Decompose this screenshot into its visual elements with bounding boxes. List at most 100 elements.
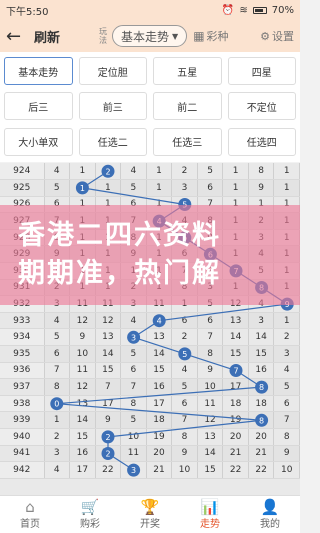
play-option[interactable]: 任选二: [78, 127, 147, 156]
table-cell: 4: [44, 312, 71, 330]
bottom-tabbar: ⌂ 首页 🛒 购彩 🏆 开奖 📊 走势 👤 我的: [0, 495, 300, 533]
table-cell: 17: [222, 378, 249, 396]
table-row: 937 8 12 7 7 16 5 10 17 8 5: [0, 378, 300, 396]
play-option[interactable]: 任选三: [153, 127, 222, 156]
table-row: 934 5 9 13 3 13 2 7 14 14 2: [0, 328, 300, 347]
table-cell: 9: [248, 179, 275, 197]
table-cell: 15: [146, 362, 173, 380]
play-select[interactable]: 基本走势 ▼: [112, 25, 188, 47]
table-cell: 22: [95, 461, 122, 479]
table-cell: 21: [248, 445, 275, 463]
table-cell: 2: [273, 328, 300, 347]
table-cell: 7: [222, 362, 249, 380]
settings-button[interactable]: ⚙ 设置: [260, 28, 294, 44]
table-cell: 11: [69, 362, 96, 380]
play-option[interactable]: 大小单双: [4, 127, 73, 156]
table-cell: 11: [120, 445, 147, 463]
tab-user[interactable]: 👤 我的: [240, 496, 300, 533]
play-option[interactable]: 定位胆: [78, 57, 147, 85]
table-cell: 15: [222, 345, 249, 363]
table-cell: 8: [248, 163, 275, 181]
table-cell: 3: [171, 179, 198, 197]
promo-banner[interactable]: 香港二四六资料 期期准，热门解: [0, 205, 300, 305]
table-cell: 6: [171, 312, 198, 330]
play-options: 基本走势 定位胆 五星 四星后三 前三 前二 不定位大小单双 任选二 任选三 任选四: [0, 52, 300, 162]
table-cell: 13: [146, 328, 173, 347]
table-cell: 1: [222, 163, 249, 181]
table-cell: 15: [248, 345, 275, 363]
table-cell: 8: [197, 345, 224, 363]
play-option[interactable]: 后三: [4, 92, 73, 121]
table-row: 939 1 14 9 5 18 7 12 19 8 7: [0, 411, 300, 429]
play-option[interactable]: 前二: [153, 92, 222, 121]
table-cell: 8: [273, 428, 300, 446]
wifi-icon: ≋: [239, 4, 248, 16]
issue-number: 936: [0, 362, 45, 380]
tab-cart[interactable]: 🛒 购彩: [60, 496, 120, 533]
table-cell: 8: [120, 395, 147, 413]
tab-label: 我的: [260, 519, 280, 530]
play-option[interactable]: 四星: [227, 57, 296, 85]
table-cell: 4: [171, 362, 198, 380]
table-cell: 9: [95, 411, 122, 429]
table-cell: 3: [120, 328, 147, 347]
table-cell: 1: [273, 163, 300, 181]
tab-trophy[interactable]: 🏆 开奖: [120, 496, 180, 533]
table-cell: 16: [69, 445, 96, 463]
play-option[interactable]: 五星: [153, 57, 222, 85]
table-cell: 20: [222, 428, 249, 446]
table-cell: 7: [197, 328, 224, 347]
play-option[interactable]: 不定位: [227, 92, 296, 121]
table-cell: 14: [146, 345, 173, 363]
table-cell: 5: [171, 345, 198, 363]
promo-line-1: 香港二四六资料: [18, 220, 221, 251]
play-option[interactable]: 前三: [78, 92, 147, 121]
table-cell: 14: [197, 445, 224, 463]
table-cell: 4: [120, 312, 147, 330]
table-cell: 6: [197, 312, 224, 330]
table-cell: 2: [95, 428, 122, 446]
table-cell: 7: [273, 411, 300, 429]
table-cell: 12: [197, 411, 224, 429]
table-cell: 9: [171, 445, 198, 463]
table-cell: 12: [95, 312, 122, 330]
tab-chart[interactable]: 📊 走势: [180, 496, 240, 533]
status-time: 下午5:50: [6, 6, 49, 18]
table-cell: 17: [69, 461, 96, 479]
table-cell: 5: [44, 328, 71, 347]
table-cell: 11: [197, 395, 224, 413]
table-cell: 13: [222, 312, 249, 330]
refresh-button[interactable]: 刷新: [34, 27, 60, 46]
table-cell: 5: [273, 378, 300, 396]
play-option[interactable]: 基本走势: [4, 57, 73, 85]
table-cell: 10: [120, 428, 147, 446]
table-cell: 5: [120, 411, 147, 429]
table-row: 933 4 12 12 4 1 6 6 13 3 1: [0, 312, 300, 330]
issue-number: 938: [0, 395, 45, 413]
table-cell: 21: [222, 445, 249, 463]
tab-home[interactable]: ⌂ 首页: [0, 496, 60, 533]
table-row: 924 4 1 2 4 1 2 5 1 8 1: [0, 163, 300, 181]
table-cell: 2: [171, 163, 198, 181]
table-cell: 13: [95, 328, 122, 347]
color-type-button[interactable]: ▦ 彩种: [193, 28, 228, 44]
table-cell: 5: [171, 378, 198, 396]
table-cell: 8: [171, 428, 198, 446]
table-cell: 7: [44, 362, 71, 380]
table-cell: 2: [171, 328, 198, 347]
tab-label: 首页: [20, 519, 40, 530]
table-cell: 19: [222, 411, 249, 429]
table-cell: 1: [273, 179, 300, 197]
issue-number: 934: [0, 328, 45, 347]
play-option[interactable]: 任选四: [227, 127, 296, 156]
table-cell: 10: [69, 345, 96, 363]
table-cell: 6: [171, 395, 198, 413]
table-cell: 4: [273, 362, 300, 380]
chevron-down-icon: ▼: [172, 31, 179, 41]
table-cell: 1: [69, 163, 96, 181]
chart-icon: 📊: [200, 498, 220, 516]
battery-level: 70%: [271, 4, 294, 16]
arrow-left-icon[interactable]: ←: [6, 26, 28, 47]
table-cell: 8: [44, 378, 71, 396]
user-icon: 👤: [260, 498, 280, 516]
